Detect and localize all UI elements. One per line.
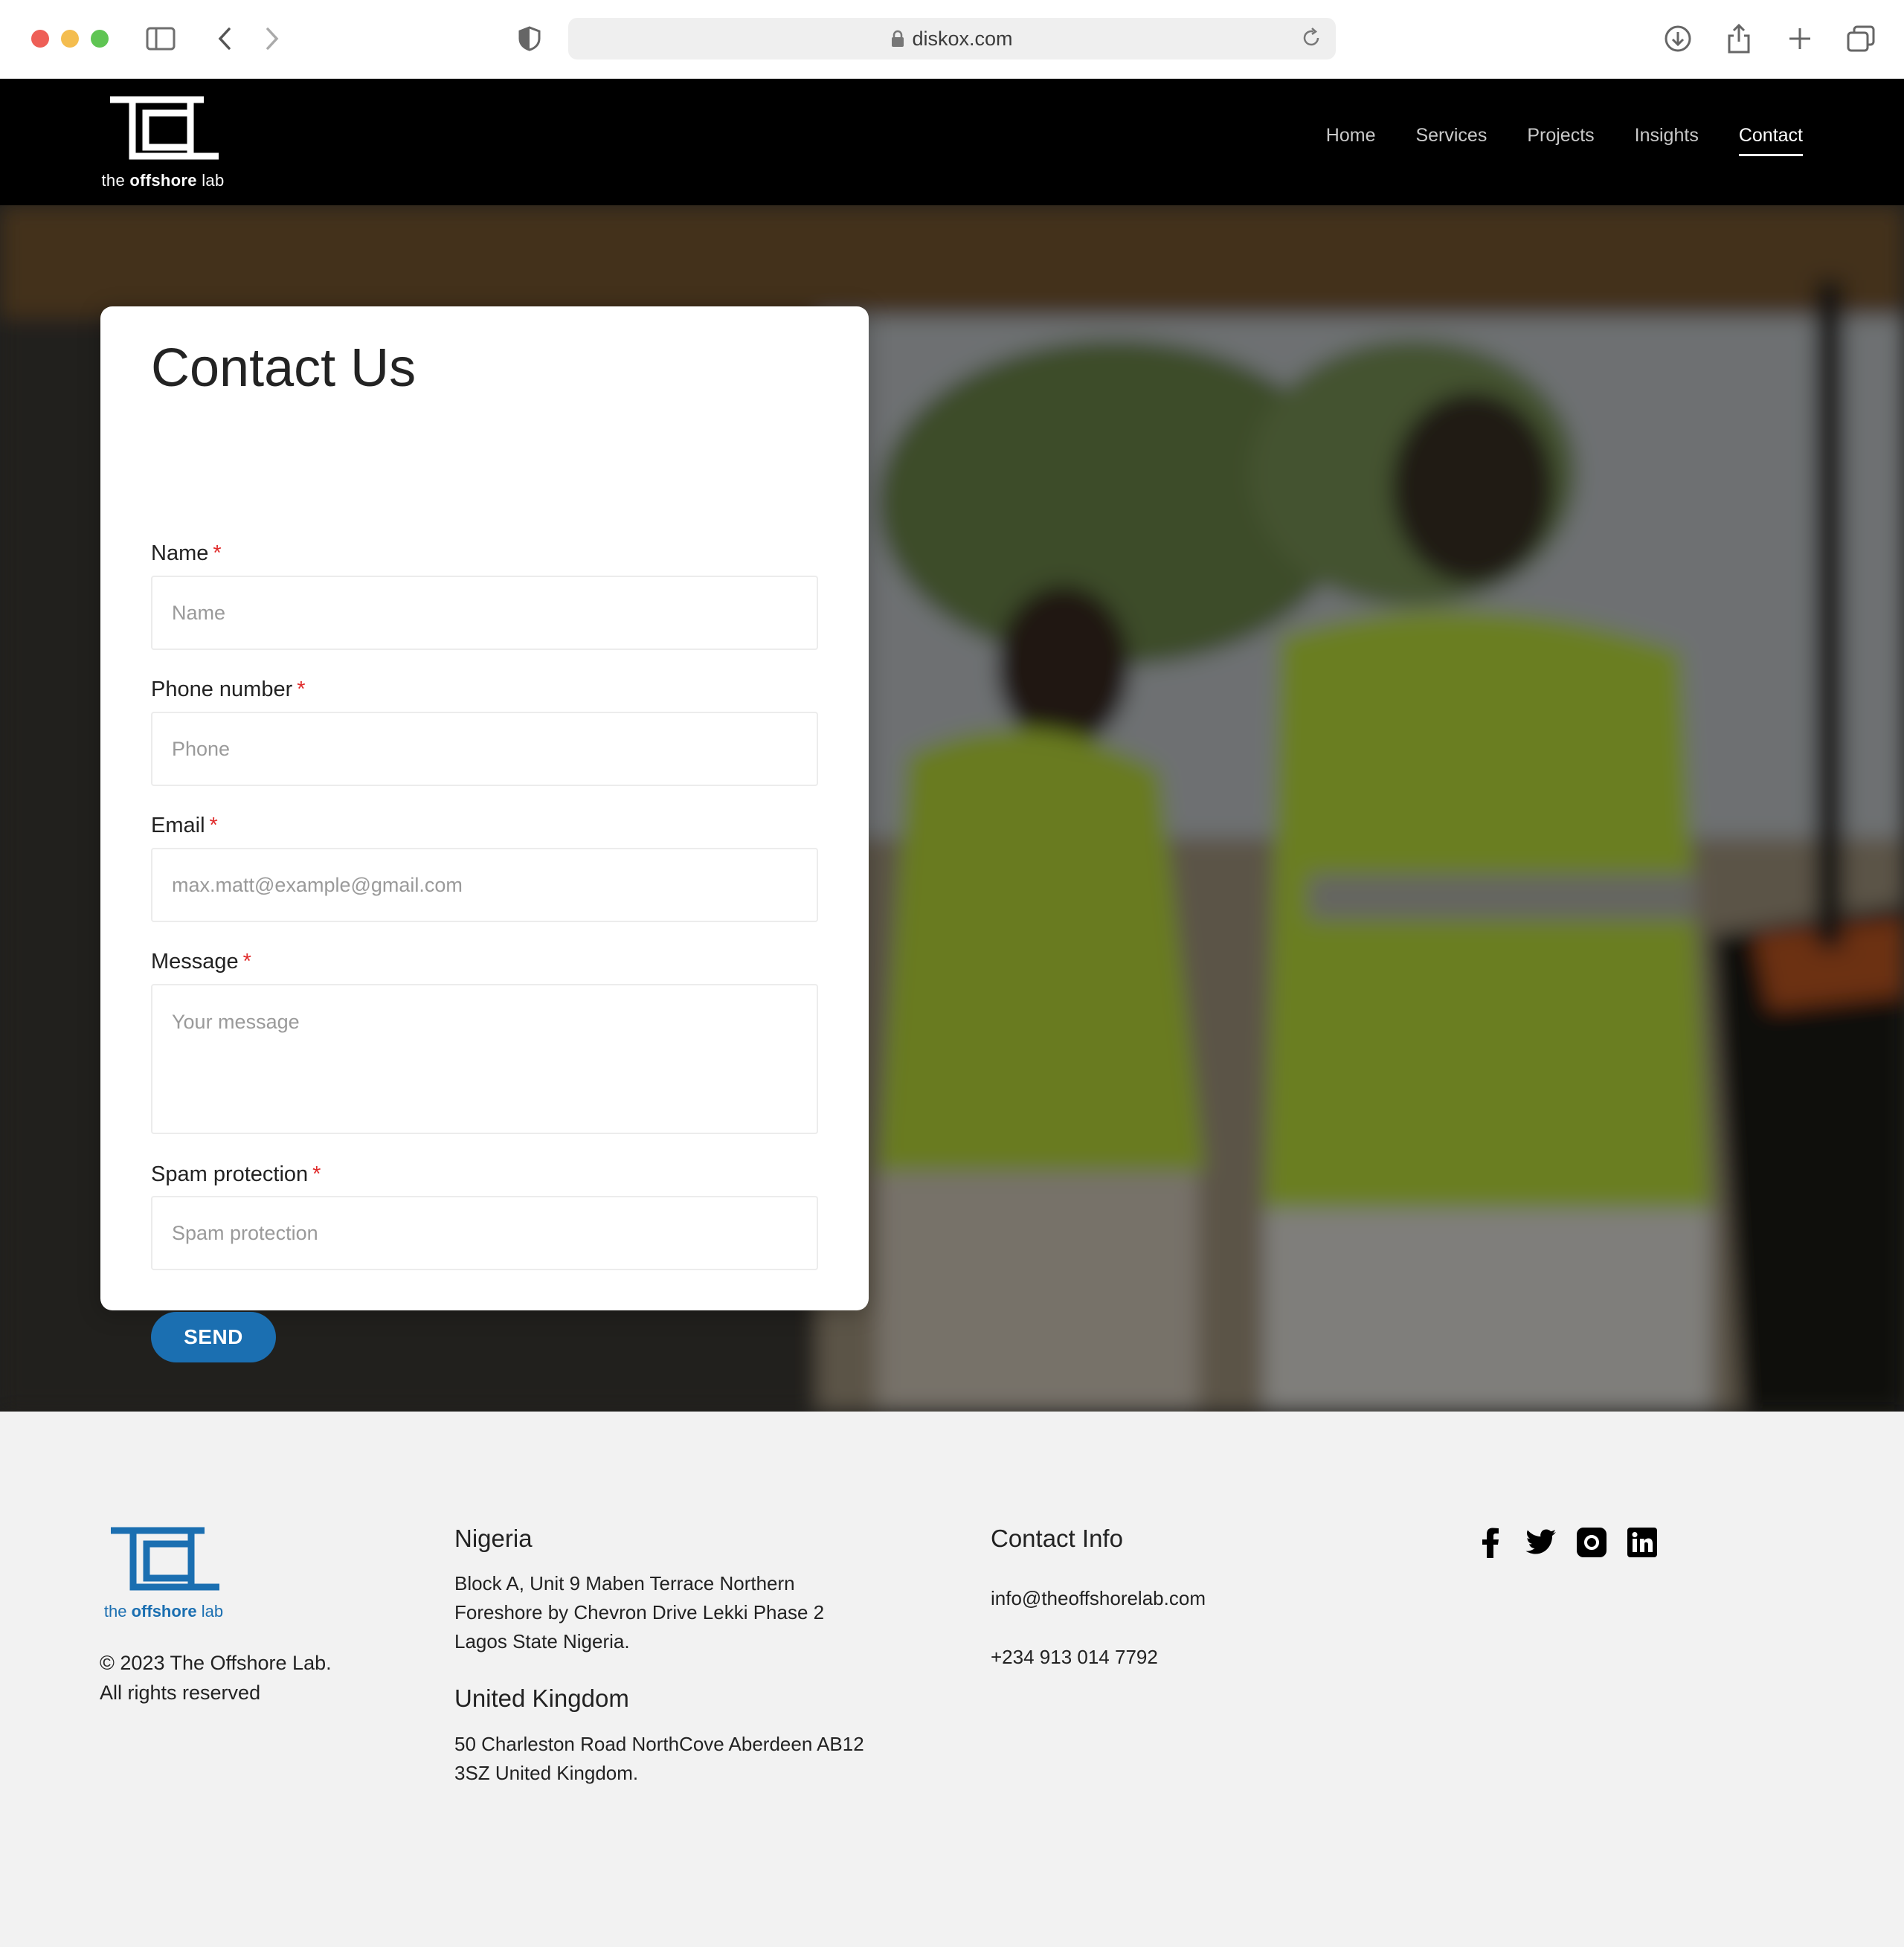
browser-toolbar: diskox.com (0, 0, 1904, 79)
linkedin-icon[interactable] (1626, 1526, 1659, 1559)
share-icon[interactable] (1723, 22, 1755, 55)
nav-home[interactable]: Home (1326, 125, 1376, 156)
forward-icon[interactable] (256, 22, 289, 55)
phone-label: Phone number * (151, 678, 306, 701)
uk-heading: United Kingdom (454, 1684, 629, 1712)
footer-logo[interactable]: the offshore lab (100, 1526, 228, 1621)
site-footer: the offshore lab © 2023 The Offshore Lab… (0, 1412, 1904, 1947)
address-line: Lagos State Nigeria. (454, 1630, 630, 1652)
new-tab-icon[interactable] (1784, 22, 1816, 55)
nigeria-address: Block A, Unit 9 Maben Terrace Northern F… (454, 1569, 824, 1656)
uk-address: 50 Charleston Road NorthCove Aberdeen AB… (454, 1730, 864, 1788)
main-nav: Home Services Projects Insights Contact (1326, 125, 1803, 156)
name-input[interactable] (151, 576, 818, 650)
copyright-text: © 2023 The Offshore Lab. All rights rese… (100, 1648, 332, 1708)
url-text: diskox.com (912, 27, 1013, 50)
phone-input[interactable] (151, 712, 818, 786)
message-label: Message * (151, 950, 251, 974)
email-input[interactable] (151, 848, 818, 922)
offshore-lab-logo-mark (111, 1527, 219, 1591)
address-line: 3SZ United Kingdom. (454, 1762, 639, 1784)
name-label: Name * (151, 541, 222, 565)
send-button[interactable]: SEND (151, 1312, 276, 1362)
spam-protection-label: Spam protection * (151, 1162, 321, 1186)
twitter-icon[interactable] (1525, 1526, 1557, 1559)
copyright-line: © 2023 The Offshore Lab. (100, 1652, 332, 1674)
minimize-window-button[interactable] (61, 30, 79, 48)
tab-overview-icon[interactable] (1844, 22, 1877, 55)
address-line: Block A, Unit 9 Maben Terrace Northern (454, 1572, 795, 1594)
privacy-shield-icon[interactable] (513, 22, 546, 55)
contact-title: Contact Us (151, 338, 416, 398)
site-logo[interactable]: the offshore lab (100, 95, 226, 190)
footer-logo-text: the offshore lab (103, 1602, 224, 1621)
logo-text: the offshore lab (101, 171, 225, 190)
address-line: 50 Charleston Road NorthCove Aberdeen AB… (454, 1733, 864, 1755)
nigeria-heading: Nigeria (454, 1525, 533, 1552)
rights-line: All rights reserved (100, 1682, 261, 1704)
contact-phone-link[interactable]: +234 913 014 7792 (991, 1643, 1158, 1672)
contact-email-link[interactable]: info@theoffshorelab.com (991, 1584, 1206, 1613)
address-bar[interactable]: diskox.com (568, 18, 1336, 59)
email-label: Email * (151, 814, 218, 837)
hero-section: Contact Us Name* Phone number* Email* Me… (0, 205, 1904, 1412)
nav-contact[interactable]: Contact (1738, 125, 1803, 156)
spam-protection-input[interactable] (151, 1196, 818, 1270)
message-textarea[interactable] (151, 984, 818, 1134)
social-links (1474, 1526, 1659, 1559)
facebook-icon[interactable] (1474, 1526, 1507, 1559)
reload-icon[interactable] (1300, 27, 1322, 54)
nav-insights[interactable]: Insights (1635, 125, 1699, 156)
address-line: Foreshore by Chevron Drive Lekki Phase 2 (454, 1601, 825, 1623)
instagram-icon[interactable] (1575, 1526, 1608, 1559)
maximize-window-button[interactable] (91, 30, 109, 48)
contact-info-heading: Contact Info (991, 1525, 1123, 1552)
back-icon[interactable] (208, 22, 241, 55)
lock-icon (891, 30, 904, 48)
nav-services[interactable]: Services (1415, 125, 1487, 156)
sidebar-toggle-icon[interactable] (144, 22, 177, 55)
offshore-lab-logo-mark (110, 96, 219, 160)
download-icon[interactable] (1662, 22, 1694, 55)
contact-form-card: Contact Us Name* Phone number* Email* Me… (100, 306, 869, 1362)
close-window-button[interactable] (31, 30, 49, 48)
nav-projects[interactable]: Projects (1527, 125, 1594, 156)
site-header: the offshore lab Home Services Projects … (0, 79, 1904, 205)
